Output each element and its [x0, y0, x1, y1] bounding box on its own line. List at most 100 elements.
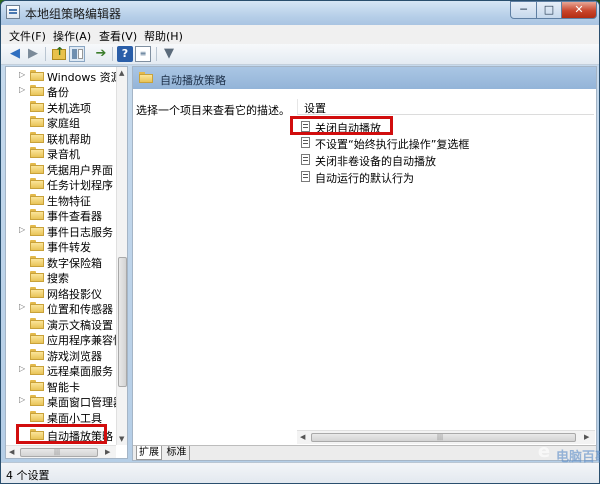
- policy-setting-icon: [301, 137, 310, 148]
- tree-node-desktop-gadgets[interactable]: 桌面小工具: [6, 409, 116, 425]
- expand-arrow-icon[interactable]: ▷: [19, 302, 25, 311]
- show-hide-console-tree-icon[interactable]: [69, 46, 85, 62]
- scroll-grip-icon: |||: [54, 449, 61, 456]
- policy-setting-icon: [301, 154, 310, 165]
- details-header: 自动播放策略: [133, 67, 596, 89]
- scroll-right-arrow-icon[interactable]: ▶: [584, 433, 589, 441]
- menu-file[interactable]: 文件(F): [9, 28, 46, 44]
- folder-icon: [30, 364, 44, 375]
- description-text: 选择一个项目来查看它的描述。: [136, 104, 290, 117]
- folder-icon: [30, 256, 44, 267]
- close-button[interactable]: ✕: [561, 1, 597, 19]
- title-bar[interactable]: 本地组策略编辑器 ─ □ ✕: [1, 1, 599, 25]
- tree-node-backup[interactable]: ▷ 备份: [6, 83, 116, 99]
- tree-node-shutdown-options[interactable]: 关机选项: [6, 99, 116, 115]
- folder-icon: [30, 194, 44, 205]
- help-icon[interactable]: ?: [117, 46, 133, 62]
- tab-standard[interactable]: 标准: [164, 446, 190, 460]
- tree-node-app-compatibility[interactable]: 应用程序兼容性: [6, 331, 116, 347]
- minimize-button[interactable]: ─: [510, 1, 537, 19]
- folder-icon: [30, 333, 44, 344]
- expand-arrow-icon[interactable]: ▷: [19, 395, 25, 404]
- tree-node-label: 事件转发: [47, 241, 91, 254]
- tree-node-online-help[interactable]: 联机帮助: [6, 130, 116, 146]
- details-pane: 自动播放策略 选择一个项目来查看它的描述。 设置 关闭自动播放 不设置“始终执行…: [132, 66, 597, 461]
- scroll-down-arrow-icon[interactable]: ▼: [119, 435, 124, 443]
- properties-icon[interactable]: ≡: [135, 46, 151, 62]
- forward-arrow-icon[interactable]: ▶: [25, 46, 41, 62]
- tree-node-homegroup[interactable]: 家庭组: [6, 114, 116, 130]
- tree-node-label: 备份: [47, 86, 69, 99]
- menu-view[interactable]: 查看(V): [99, 28, 137, 44]
- scroll-left-arrow-icon[interactable]: ◀: [9, 448, 14, 456]
- setting-row-autorun-default-behavior[interactable]: 自动运行的默认行为: [301, 169, 591, 185]
- folder-icon: [30, 395, 44, 406]
- setting-label: 自动运行的默认行为: [315, 172, 414, 185]
- tree-node-event-log-service[interactable]: ▷ 事件日志服务: [6, 223, 116, 239]
- tree-node-windows-explorer[interactable]: ▷Windows 资源管理器: [6, 68, 116, 84]
- tree-node-label: 录音机: [47, 148, 80, 161]
- menu-help[interactable]: 帮助(H): [144, 28, 183, 44]
- export-list-icon[interactable]: ➔: [93, 46, 109, 62]
- tree-node-credential-ui[interactable]: 凭据用户界面: [6, 161, 116, 177]
- folder-icon: [30, 271, 44, 282]
- tree-node-task-scheduler[interactable]: 任务计划程序: [6, 176, 116, 192]
- maximize-button[interactable]: □: [536, 1, 562, 19]
- scroll-right-arrow-icon[interactable]: ▶: [105, 448, 110, 456]
- scroll-left-arrow-icon[interactable]: ◀: [300, 433, 305, 441]
- tree-node-remote-desktop[interactable]: ▷ 远程桌面服务: [6, 362, 116, 378]
- window-title: 本地组策略编辑器: [25, 7, 122, 21]
- tree-node-label: 家庭组: [47, 117, 80, 130]
- back-arrow-icon[interactable]: ◀: [7, 46, 23, 62]
- up-one-level-icon[interactable]: [51, 44, 67, 62]
- tree-node-event-forwarding[interactable]: 事件转发: [6, 238, 116, 254]
- status-bar: 4 个设置: [1, 462, 599, 483]
- tree-node-network-projector[interactable]: 网络投影仪: [6, 285, 116, 301]
- folder-icon: [30, 287, 44, 298]
- menu-action[interactable]: 操作(A): [53, 28, 91, 44]
- column-header-label: 设置: [304, 102, 326, 115]
- status-text: 4 个设置: [6, 469, 50, 482]
- expand-arrow-icon[interactable]: ▷: [19, 225, 25, 234]
- tree-horizontal-scrollbar[interactable]: ◀ ||| ▶: [6, 445, 116, 458]
- tree-node-label: 位置和传感器: [47, 303, 113, 316]
- tree-node-game-explorer[interactable]: 游戏浏览器: [6, 347, 116, 363]
- column-header-setting[interactable]: 设置: [297, 99, 594, 115]
- tree-node-smart-card[interactable]: 智能卡: [6, 378, 116, 394]
- expand-arrow-icon[interactable]: ▷: [19, 364, 25, 373]
- tree-node-label: 搜索: [47, 272, 69, 285]
- tree-node-search[interactable]: 搜索: [6, 269, 116, 285]
- expand-arrow-icon[interactable]: ▷: [19, 70, 25, 79]
- policy-setting-icon: [301, 171, 310, 182]
- folder-icon: [30, 163, 44, 174]
- tree-node-label: 桌面窗口管理器: [47, 396, 116, 409]
- selection-highlight-box: [290, 116, 393, 135]
- selection-highlight-box: [16, 424, 107, 444]
- tree-vertical-scrollbar[interactable]: ▲ ▼: [116, 67, 127, 445]
- folder-icon: [30, 178, 44, 189]
- tree-node-sound-recorder[interactable]: 录音机: [6, 145, 116, 161]
- scroll-thumb[interactable]: [118, 257, 127, 387]
- expand-arrow-icon[interactable]: ▷: [19, 85, 25, 94]
- tree-node-digital-locker[interactable]: 数字保险箱: [6, 254, 116, 270]
- watermark-logo-icon: e: [537, 441, 551, 462]
- tree-node-desktop-window-manager[interactable]: ▷ 桌面窗口管理器: [6, 393, 116, 409]
- tree-node-label: 事件查看器: [47, 210, 102, 223]
- tree-node-location-sensors[interactable]: ▷ 位置和传感器: [6, 300, 116, 316]
- console-tree: ▷Windows 资源管理器 ▷ 备份 关机选项 家庭组 联机帮助 录音机 凭据用…: [6, 67, 116, 445]
- folder-icon: [30, 380, 44, 391]
- folder-icon: [30, 209, 44, 220]
- group-policy-editor-window: 本地组策略编辑器 ─ □ ✕ 文件(F) 操作(A) 查看(V) 帮助(H) ◀…: [0, 0, 600, 484]
- tree-node-label: 远程桌面服务: [47, 365, 113, 378]
- tree-node-presentation-settings[interactable]: 演示文稿设置: [6, 316, 116, 332]
- folder-icon: [30, 225, 44, 236]
- tree-node-event-viewer[interactable]: 事件查看器: [6, 207, 116, 223]
- tree-node-biometrics[interactable]: 生物特征: [6, 192, 116, 208]
- toolbar-separator: [156, 47, 157, 61]
- filter-icon[interactable]: ▼: [161, 46, 177, 62]
- setting-row-disable-nonvolume-autoplay[interactable]: 关闭非卷设备的自动播放: [301, 152, 591, 168]
- setting-row-dont-set-always-checkbox[interactable]: 不设置“始终执行此操作”复选框: [301, 135, 591, 151]
- scroll-up-arrow-icon[interactable]: ▲: [119, 69, 124, 77]
- tab-extended[interactable]: 扩展: [136, 446, 162, 460]
- toolbar: ◀ ▶ ➔ ? ≡ ▼: [1, 44, 599, 65]
